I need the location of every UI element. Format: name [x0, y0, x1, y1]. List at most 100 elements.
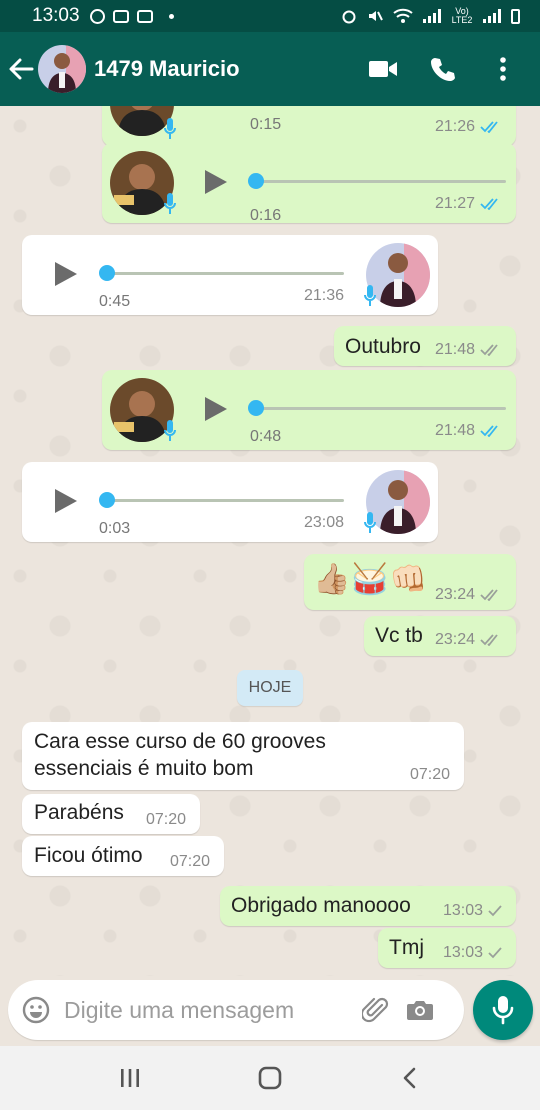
signal-icon — [423, 9, 441, 23]
more-vertical-icon — [500, 57, 506, 81]
mic-icon — [164, 193, 176, 214]
message-text-line: essenciais é muito bom — [34, 757, 254, 780]
voice-record-button[interactable] — [473, 980, 533, 1040]
mic-icon — [164, 118, 176, 139]
message-text: Ficou ótimo — [34, 844, 143, 867]
message-meta: 07:20 — [146, 811, 186, 829]
microphone-icon — [492, 996, 514, 1025]
message-meta: 13:03 — [443, 902, 502, 920]
message-text-line: Cara esse curso de 60 grooves — [34, 730, 326, 753]
message-input[interactable] — [64, 996, 354, 1024]
emoji-button[interactable] — [8, 980, 64, 1040]
message-time: 21:48 — [434, 341, 475, 358]
mute-icon — [369, 11, 383, 21]
message-time: 23:24 — [434, 631, 475, 648]
text-message-outgoing[interactable]: Outubro 21:48 — [334, 326, 516, 366]
signal-icon — [483, 9, 501, 23]
play-button[interactable] — [50, 259, 80, 289]
check-icon — [488, 905, 502, 917]
play-button[interactable] — [50, 486, 80, 516]
message-emoji: 👍🏼🥁👊🏻 — [313, 563, 429, 596]
message-composer — [8, 980, 464, 1040]
double-check-icon — [480, 634, 498, 646]
mic-icon — [364, 512, 376, 533]
audio-progress-track[interactable] — [102, 499, 344, 502]
recent-apps-button[interactable] — [100, 1048, 160, 1108]
text-message-incoming[interactable]: Cara esse curso de 60 grooves essenciais… — [22, 722, 464, 790]
voice-duration: 0:15 — [250, 116, 282, 133]
message-time: 21:26 — [434, 118, 475, 135]
message-time: 07:20 — [169, 853, 210, 870]
audio-seek-handle[interactable] — [99, 492, 115, 508]
voice-message-outgoing[interactable]: 0:48 21:48 — [102, 370, 516, 450]
text-message-outgoing[interactable]: Tmj 13:03 — [378, 928, 516, 968]
home-button[interactable] — [240, 1048, 300, 1108]
text-message-incoming[interactable]: Ficou ótimo 07:20 — [22, 836, 224, 876]
message-meta: 21:27 — [435, 195, 502, 213]
voice-message-outgoing[interactable]: 0:15 21:26 — [102, 106, 516, 146]
double-check-icon — [480, 589, 498, 601]
status-time: 13:03 — [32, 5, 80, 26]
voice-call-button[interactable] — [426, 52, 460, 86]
status-bar: 13:03 Vo) LTE2 — [0, 0, 540, 32]
voice-message-outgoing[interactable]: 0:16 21:27 — [102, 143, 516, 224]
camera-button[interactable] — [398, 980, 442, 1040]
message-meta: 13:03 — [443, 944, 502, 962]
chevron-left-icon — [403, 1067, 416, 1089]
message-time: 13:03 — [442, 902, 483, 919]
audio-progress-track[interactable] — [102, 272, 344, 275]
mic-icon — [164, 420, 176, 441]
voice-message-incoming[interactable]: 0:45 21:36 — [22, 235, 438, 315]
message-time: 23:08 — [303, 514, 344, 531]
facebook-icon — [89, 8, 105, 24]
attach-button[interactable] — [354, 980, 398, 1040]
text-message-incoming[interactable]: Parabéns 07:20 — [22, 794, 200, 834]
paperclip-icon — [362, 997, 389, 1023]
message-meta: 21:26 — [435, 118, 502, 136]
message-list[interactable]: 0:15 21:26 0:16 21:27 0:45 21:36 Outubro… — [0, 106, 540, 976]
notification-icons — [89, 8, 174, 24]
double-check-icon — [480, 344, 498, 356]
back-nav-button[interactable] — [380, 1048, 440, 1108]
message-meta: 07:20 — [410, 766, 450, 784]
message-meta: 21:48 — [435, 341, 502, 359]
play-button[interactable] — [200, 167, 230, 197]
voice-duration: 0:45 — [99, 293, 131, 310]
audio-seek-handle[interactable] — [248, 173, 264, 189]
message-time: 07:20 — [145, 811, 186, 828]
home-icon — [258, 1066, 282, 1090]
mic-icon — [364, 285, 376, 306]
video-call-button[interactable] — [366, 52, 400, 86]
recents-icon — [121, 1069, 139, 1087]
message-text: Parabéns — [34, 801, 124, 824]
play-button[interactable] — [200, 394, 230, 424]
smiley-icon — [22, 996, 50, 1024]
system-icons: Vo) LTE2 — [341, 7, 520, 25]
text-message-outgoing[interactable]: Obrigado manoooo 13:03 — [220, 886, 516, 926]
emoji-message-outgoing[interactable]: 👍🏼🥁👊🏻 23:24 — [304, 554, 516, 610]
message-meta: 07:20 — [170, 853, 210, 871]
voice-duration: 0:16 — [250, 207, 282, 224]
check-icon — [488, 947, 502, 959]
message-text: Obrigado manoooo — [231, 894, 411, 917]
audio-progress-track[interactable] — [252, 407, 506, 410]
alarm-icon — [342, 10, 356, 24]
battery-icon — [511, 8, 520, 24]
message-time: 23:24 — [434, 586, 475, 603]
voice-message-incoming[interactable]: 0:03 23:08 — [22, 462, 438, 542]
contact-avatar[interactable] — [38, 45, 86, 93]
menu-button[interactable] — [486, 52, 520, 86]
back-button[interactable] — [0, 32, 42, 106]
message-meta: 23:24 — [435, 586, 502, 604]
message-meta: 21:48 — [435, 422, 502, 440]
text-message-outgoing[interactable]: Vc tb 23:24 — [364, 616, 516, 656]
message-text: Tmj — [389, 936, 424, 959]
contact-name[interactable]: 1479 Mauricio — [94, 56, 240, 82]
system-nav-bar — [0, 1046, 540, 1110]
message-text: Outubro — [345, 335, 421, 358]
audio-seek-handle[interactable] — [99, 265, 115, 281]
video-camera-icon — [369, 61, 397, 77]
audio-seek-handle[interactable] — [248, 400, 264, 416]
camera-icon — [407, 1001, 433, 1020]
audio-progress-track[interactable] — [252, 180, 506, 183]
